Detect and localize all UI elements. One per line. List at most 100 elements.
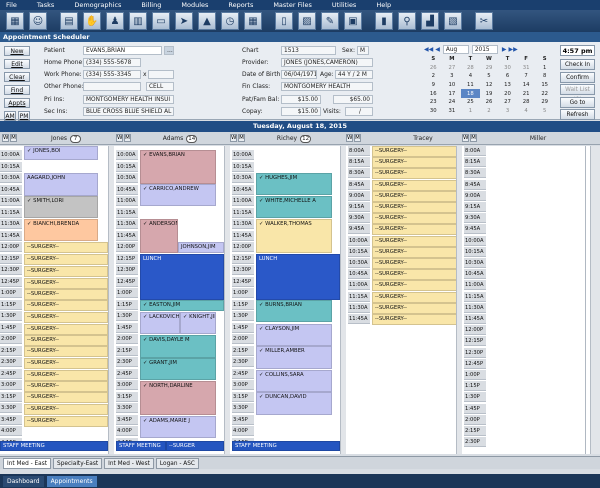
appointment-block[interactable]: ✓ GRANT,JIM — [140, 358, 216, 380]
menu-reports[interactable]: Reports — [228, 1, 253, 9]
clear-button[interactable]: Clear — [4, 72, 30, 82]
chart-icon[interactable]: ▨ — [298, 12, 316, 30]
provider-column-miller[interactable]: 8:00A 8:15A 8:30A 8:45A 9:00A 9:15A 9:30A 9:45A… — [464, 146, 586, 454]
calendar-day[interactable]: 29 — [535, 98, 554, 107]
new-button[interactable]: New — [4, 46, 30, 56]
appointment-block[interactable]: ✓ ANDERSON — [140, 219, 178, 253]
schedule-block[interactable]: --SURGERY-- — [24, 358, 108, 369]
wrench-icon[interactable]: ✂ — [475, 12, 493, 30]
appointment-block[interactable]: ✓ DUNCAN,DAVID — [256, 392, 332, 415]
schedule-block[interactable]: --SURGERY-- — [24, 242, 108, 253]
schedule-block[interactable]: --SURGERY-- — [372, 157, 462, 169]
schedule-block[interactable]: --SURGERY-- — [372, 258, 462, 269]
tab-specialty-east[interactable]: Specialty-East — [53, 458, 103, 469]
provider-column-adams[interactable]: 10:00A 10:15A 10:30A 10:45A 11:00A 11:15A 11:3… — [116, 146, 230, 454]
ledger-icon[interactable]: ▦ — [244, 12, 262, 30]
schedule-grid-icon[interactable]: ▤ — [60, 12, 78, 30]
calendar-day[interactable]: 19 — [480, 89, 499, 98]
clipboard-icon[interactable]: ▧ — [444, 12, 462, 30]
refresh-button[interactable]: Refresh — [560, 109, 595, 120]
appointment-block[interactable]: ✓ BURNS,BRIAN — [256, 300, 332, 322]
schedule-block[interactable]: --SURGERY-- — [372, 302, 462, 314]
calendar-day[interactable]: 1 — [461, 107, 480, 116]
calendar-day[interactable]: 15 — [535, 81, 554, 90]
appointment-block[interactable]: ✓ MILLER,AMBER — [256, 346, 332, 369]
chart-field[interactable]: 1513 — [281, 46, 336, 55]
schedule-block[interactable]: STAFF MEETING — [116, 441, 166, 451]
calendar-day[interactable]: 1 — [535, 64, 554, 73]
calendar-day[interactable]: 27 — [498, 98, 517, 107]
schedule-block[interactable]: LUNCH — [256, 254, 340, 300]
calendar-day[interactable]: 3 — [498, 107, 517, 116]
schedule-block[interactable]: --SURGERY-- — [372, 269, 462, 281]
calendar-day[interactable]: 25 — [461, 98, 480, 107]
column-scrollbar[interactable] — [224, 146, 230, 454]
check-in-button[interactable]: Check In — [560, 59, 595, 70]
schedule-block[interactable]: --SURGERY-- — [24, 266, 108, 277]
year-select[interactable]: 2015 — [471, 45, 498, 54]
home-phone-field[interactable]: (334) 555-5678 — [83, 58, 141, 67]
schedule-block[interactable]: --SURGERY-- — [372, 224, 462, 236]
column-scrollbar[interactable] — [108, 146, 114, 454]
calendar-day[interactable]: 20 — [498, 89, 517, 98]
tab-int-med-east[interactable]: Int Med - East — [3, 458, 52, 469]
calendar-day[interactable]: 31 — [517, 64, 536, 73]
schedule-block[interactable]: --SURGERY-- — [24, 278, 108, 289]
provider-column-tracey[interactable]: 8:00A 8:15A 8:30A 8:45A 9:00A 9:15A 9:30A 9:45A… — [348, 146, 462, 454]
calendar-day[interactable]: 24 — [443, 98, 462, 107]
appointment-block[interactable]: ✓ WALKER,THOMAS — [256, 219, 332, 253]
column-scrollbar[interactable] — [456, 146, 462, 454]
go-to-today-button[interactable]: Go to Today — [560, 97, 595, 116]
schedule-block[interactable]: STAFF MEETING — [232, 441, 340, 451]
appointment-block[interactable]: ✓ JONES,BOI — [24, 146, 98, 160]
calendar-day[interactable]: 10 — [443, 81, 462, 90]
schedule-block[interactable]: --SURGERY-- — [372, 235, 462, 247]
stats-icon[interactable]: ▮ — [375, 12, 393, 30]
appointment-block[interactable]: ✓ BIANCHI,BRENDA — [24, 219, 98, 241]
patient-lookup-button[interactable]: … — [164, 46, 174, 55]
appointment-block[interactable]: AAGARD,JOHN — [24, 173, 98, 196]
work-phone-field[interactable]: (334) 555-3345 — [83, 70, 141, 79]
schedule-block[interactable]: --SURGERY-- — [372, 190, 462, 202]
calendar-day[interactable]: 9 — [424, 81, 443, 90]
week-view-button[interactable]: W — [116, 134, 123, 142]
calculator-icon[interactable]: ▥ — [129, 12, 147, 30]
calendar-day[interactable]: 28 — [461, 64, 480, 73]
month-select[interactable]: Aug — [442, 45, 469, 54]
column-scrollbar[interactable] — [340, 146, 346, 454]
appts-button[interactable]: Appts — [4, 98, 30, 108]
calendar-day[interactable]: 29 — [480, 64, 499, 73]
appointments-icon[interactable]: ▦ — [6, 12, 24, 30]
upload-icon[interactable]: ▲ — [198, 12, 216, 30]
calendar-day[interactable]: 22 — [535, 89, 554, 98]
month-view-button[interactable]: M — [238, 134, 245, 142]
appointment-block[interactable]: --SURGER — [166, 441, 224, 451]
appointment-block[interactable]: ✓ DAVIS,DAYLE M — [140, 335, 216, 358]
appointment-block[interactable]: ✓ COLLINS,SARA — [256, 370, 332, 392]
provider-column-richey[interactable]: 10:00A 10:15A 10:30A 10:45A 11:00A 11:15A 11:3… — [232, 146, 346, 454]
calendar-day[interactable]: 26 — [424, 64, 443, 73]
tab-appointments[interactable]: Appointments — [46, 475, 97, 487]
next-month-icon[interactable]: ▶ — [502, 46, 507, 53]
schedule-block[interactable]: --SURGERY-- — [24, 416, 108, 427]
schedule-block[interactable]: --SURGERY-- — [24, 392, 108, 403]
schedule-block[interactable]: --SURGERY-- — [24, 312, 108, 323]
provider-column-jones[interactable]: 10:00A 10:15A 10:30A 10:45A 11:00A 11:15A 11:3… — [0, 146, 114, 454]
menu-demographics[interactable]: Demographics — [74, 1, 121, 9]
calendar-day[interactable]: 6 — [498, 72, 517, 81]
other-phone-type[interactable]: CELL — [146, 82, 174, 91]
prev-month-icon[interactable]: ◀ — [435, 46, 440, 53]
send-icon[interactable]: ➤ — [175, 12, 193, 30]
calendar-day[interactable]: 5 — [480, 72, 499, 81]
next-next-icon[interactable]: ▶▶ — [508, 46, 517, 53]
month-view-button[interactable]: M — [10, 134, 17, 142]
calendar-day[interactable]: 14 — [517, 81, 536, 90]
schedule-block[interactable]: STAFF MEETING — [0, 441, 108, 451]
appointment-block[interactable]: ✓ CARRICO,ANDREW — [140, 184, 216, 206]
appointment-block[interactable]: ✓ WHITE,MICHELLE A — [256, 196, 332, 218]
schedule-block[interactable]: --SURGERY-- — [24, 254, 108, 265]
grid-scrollbar[interactable] — [590, 146, 600, 454]
document-icon[interactable]: ▯ — [275, 12, 293, 30]
schedule-block[interactable]: --SURGERY-- — [372, 280, 462, 292]
other-phone-field[interactable] — [83, 82, 141, 91]
